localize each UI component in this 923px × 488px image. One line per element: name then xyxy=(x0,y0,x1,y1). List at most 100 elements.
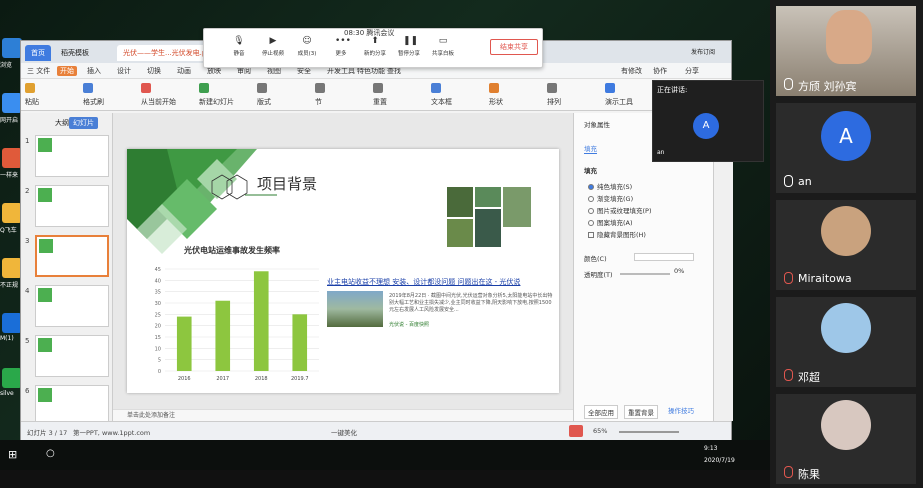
ribbon-label[interactable]: 排列 xyxy=(547,97,561,107)
desktop-icon-label: Q飞车 xyxy=(0,227,17,234)
ribbon-label[interactable]: 版式 xyxy=(257,97,271,107)
meeting-button[interactable]: ☺ 成员(3) xyxy=(292,35,322,57)
desktop-icon[interactable] xyxy=(2,313,22,333)
desktop-icon[interactable] xyxy=(2,148,22,168)
desktop-icon[interactable] xyxy=(2,38,22,58)
thumb-number: 3 xyxy=(25,237,30,245)
tab-slides[interactable]: 幻灯片 xyxy=(69,117,98,129)
windows-start-icon[interactable]: ⊞ xyxy=(8,448,17,461)
tab-docer[interactable]: 稻壳模板 xyxy=(55,45,95,61)
zoom-slider[interactable] xyxy=(619,431,679,433)
notes-field[interactable]: 单击此处添加备注 xyxy=(113,409,573,421)
search-icon[interactable]: ○ xyxy=(46,448,55,459)
article-title[interactable]: 业主电站收益不理想 安装、设计都没问题 问题出在这 - 光伏说 xyxy=(327,277,555,287)
meeting-button[interactable]: ▭ 共享白板 xyxy=(428,35,458,57)
desktop-icon[interactable] xyxy=(2,93,22,113)
x-tick-label: 2019.7 xyxy=(291,376,309,382)
ribbon-label[interactable]: 粘贴 xyxy=(25,97,39,107)
ribbon-icon[interactable] xyxy=(547,83,557,93)
clock-date[interactable]: 2020/7/19 xyxy=(704,457,735,464)
option-picture-fill[interactable]: 图片或纹理填充(P) xyxy=(588,205,652,215)
bar xyxy=(176,316,192,371)
bottom-strip xyxy=(0,470,770,488)
end-share-button[interactable]: 结束共享 xyxy=(490,39,538,55)
reset-background-button[interactable]: 重置背景 xyxy=(624,405,658,419)
ribbon-icon[interactable] xyxy=(25,83,35,93)
menu-item[interactable]: 插入 xyxy=(87,66,101,76)
ribbon-label[interactable]: 节 xyxy=(315,97,322,107)
participant-tile[interactable]: 方颀 刘孙宾 xyxy=(776,6,916,96)
microphone-icon xyxy=(784,272,793,284)
play-slideshow-button[interactable] xyxy=(569,425,583,437)
menu-item[interactable]: 设计 xyxy=(117,66,131,76)
slide-thumbnail[interactable] xyxy=(35,185,109,227)
thumb-number: 6 xyxy=(25,387,30,395)
meeting-button[interactable]: 🎙 静音 xyxy=(224,35,254,57)
ribbon-icon[interactable] xyxy=(373,83,383,93)
props-tab-fill[interactable]: 填充 xyxy=(584,143,597,154)
clock-time[interactable]: 9:13 xyxy=(704,445,717,452)
meeting-button-label: 更多 xyxy=(335,51,347,57)
ribbon-label[interactable]: 重置 xyxy=(373,97,387,107)
bar xyxy=(253,271,269,371)
share-icon: ⬆ xyxy=(371,36,379,46)
option-pattern-fill[interactable]: 图案填充(A) xyxy=(588,217,633,227)
participant-tile[interactable]: Aan xyxy=(776,103,916,193)
more-icon: ••• xyxy=(335,36,351,46)
beautify-button[interactable]: 一键美化 xyxy=(331,427,357,437)
ribbon-label[interactable]: 文本框 xyxy=(431,97,452,107)
ribbon-icon[interactable] xyxy=(315,83,325,93)
menu-item[interactable]: 开始 xyxy=(57,66,77,76)
participant-tile[interactable]: 陈果 xyxy=(776,394,916,484)
option-solid-fill[interactable]: 纯色填充(S) xyxy=(588,181,632,191)
ribbon-label[interactable]: 形状 xyxy=(489,97,503,107)
meeting-button[interactable]: ▶ 停止视频 xyxy=(258,35,288,57)
thumb-accent xyxy=(38,188,52,202)
ribbon-icon[interactable] xyxy=(489,83,499,93)
desktop-icon[interactable] xyxy=(2,258,22,278)
menu-right-item[interactable]: 协作 xyxy=(653,66,667,76)
ribbon-label[interactable]: 新建幻灯片 xyxy=(199,97,234,107)
slide-thumbnail[interactable] xyxy=(35,335,109,377)
menu-item[interactable]: 三 文件 xyxy=(27,66,50,76)
ribbon-label[interactable]: 演示工具 xyxy=(605,97,633,107)
tips-link[interactable]: 操作技巧 xyxy=(668,405,694,415)
menu-item[interactable]: 切换 xyxy=(147,66,161,76)
color-picker[interactable] xyxy=(634,253,694,261)
ribbon-icon[interactable] xyxy=(431,83,441,93)
ribbon-icon[interactable] xyxy=(83,83,93,93)
ribbon-label[interactable]: 从当前开始 xyxy=(141,97,176,107)
menu-right-item[interactable]: 有修改 xyxy=(621,66,642,76)
transparency-value[interactable]: 0% xyxy=(674,267,684,275)
article-source[interactable]: 光伏说 - 百度快照 xyxy=(389,321,429,328)
ribbon-icon[interactable] xyxy=(605,83,615,93)
menu-right-item[interactable]: 分享 xyxy=(685,66,699,76)
desktop-icon[interactable] xyxy=(2,203,22,223)
meeting-button[interactable]: ⬆ 新的分享 xyxy=(360,35,390,57)
meeting-button[interactable]: ••• 更多 xyxy=(326,35,356,57)
tab-home[interactable]: 首页 xyxy=(25,45,51,61)
fill-section-header[interactable]: 填充 xyxy=(584,165,597,175)
desktop-icon[interactable] xyxy=(2,368,22,388)
ribbon-icon[interactable] xyxy=(141,83,151,93)
ribbon-label[interactable]: 格式刷 xyxy=(83,97,104,107)
slide-counter: 幻灯片 3 / 17 xyxy=(27,429,68,437)
participant-tile[interactable]: 邓超 xyxy=(776,297,916,387)
ribbon-icon[interactable] xyxy=(199,83,209,93)
x-tick-label: 2017 xyxy=(216,376,229,382)
ribbon-icon[interactable] xyxy=(257,83,267,93)
slide-thumbnail[interactable] xyxy=(35,285,109,327)
menu-item[interactable]: 动画 xyxy=(177,66,191,76)
meeting-button[interactable]: ❚❚ 暂停分享 xyxy=(394,35,424,57)
zoom-level[interactable]: 65% xyxy=(593,427,607,435)
slide-thumbnail[interactable] xyxy=(35,135,109,177)
option-hide-background[interactable]: 隐藏背景图形(H) xyxy=(588,229,646,239)
transparency-slider[interactable] xyxy=(620,273,670,275)
thumb-accent xyxy=(38,338,52,352)
option-gradient-fill[interactable]: 渐变填充(G) xyxy=(588,193,633,203)
slide-thumbnail[interactable] xyxy=(35,235,109,277)
participant-avatar xyxy=(821,400,871,450)
apply-all-button[interactable]: 全部应用 xyxy=(584,405,618,419)
participant-tile[interactable]: Miraitowa xyxy=(776,200,916,290)
slide-canvas[interactable]: 项目背景 光伏电站运维事故发生频率 0 5 10 15 20 25 30 35 40 45 2016 2… xyxy=(127,149,559,393)
